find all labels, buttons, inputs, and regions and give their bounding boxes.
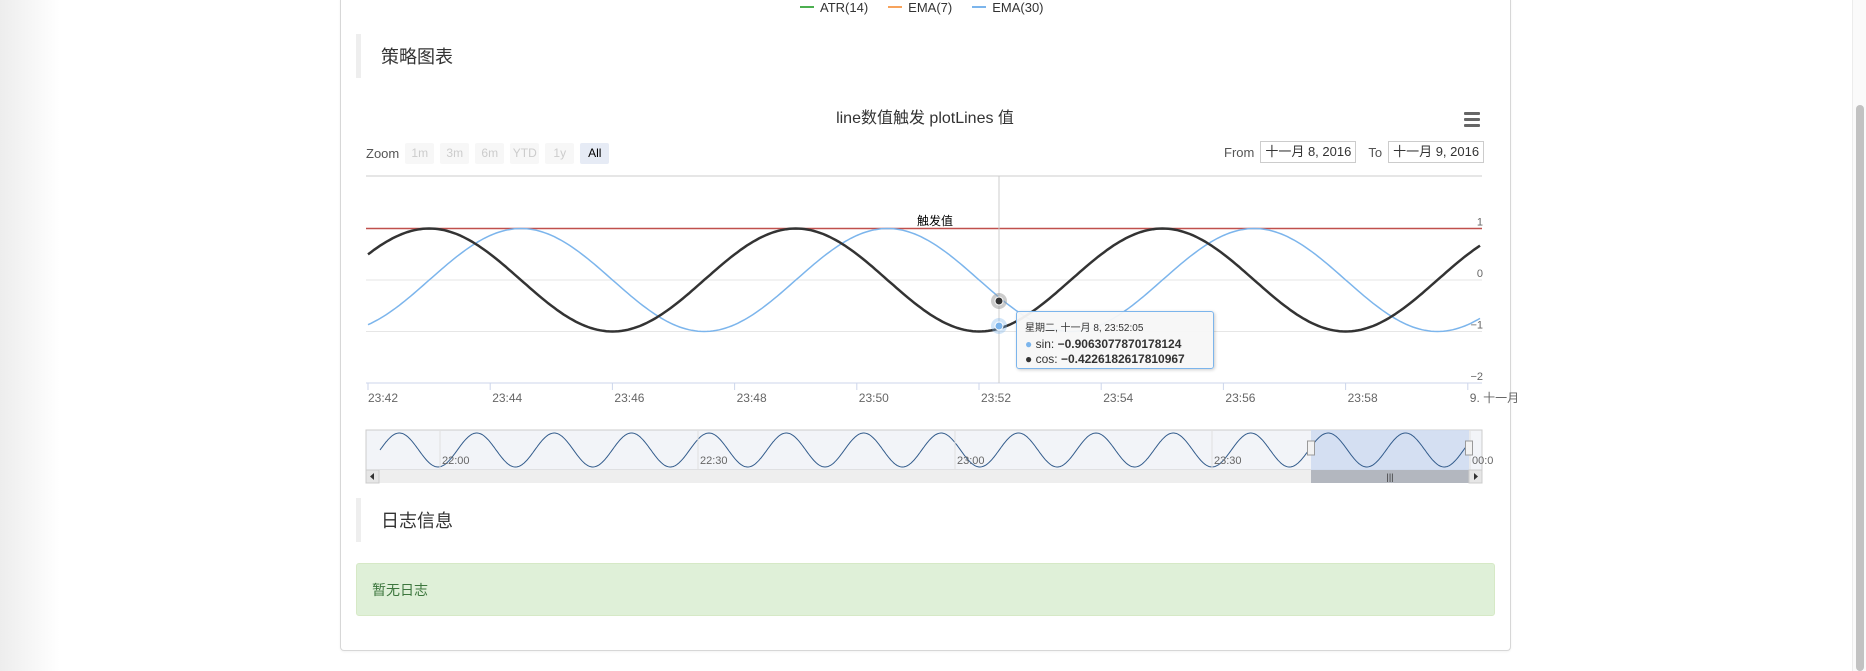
log-empty-text: 暂无日志 xyxy=(372,581,428,598)
log-info-title: 日志信息 xyxy=(381,511,453,531)
from-date-input[interactable]: 十一月 8, 2016 xyxy=(1260,141,1357,163)
range-selector-dates: From 十一月 8, 2016 To 十一月 9, 2016 xyxy=(1224,141,1485,163)
strategy-chart-heading: 策略图表 xyxy=(356,34,1499,78)
tooltip-cos-label: cos: xyxy=(1035,352,1061,366)
legend-swatch-atr xyxy=(800,6,814,8)
zoom-button-ytd[interactable]: YTD xyxy=(510,143,540,164)
strategy-chart-title: 策略图表 xyxy=(381,47,453,67)
legend-label-ema7: EMA(7) xyxy=(908,0,953,15)
zoom-button-1y[interactable]: 1y xyxy=(545,143,575,164)
tooltip-row-sin: ● sin: −0.9063077870178124 xyxy=(1025,337,1205,352)
tooltip-sin-value: −0.9063077870178124 xyxy=(1057,337,1182,351)
zoom-label: Zoom xyxy=(366,146,400,161)
zoom-button-1m[interactable]: 1m xyxy=(405,143,435,164)
legend-swatch-ema30 xyxy=(972,6,987,8)
to-label: To xyxy=(1368,144,1383,160)
tooltip-row-cos: ● cos: −0.4226182617810967 xyxy=(1025,352,1205,367)
range-selector-zoom: Zoom 1m 3m 6m YTD 1y All xyxy=(366,143,610,164)
log-info-heading: 日志信息 xyxy=(356,498,1499,542)
from-label: From xyxy=(1224,144,1255,160)
zoom-button-3m[interactable]: 3m xyxy=(440,143,470,164)
chart-tooltip: 星期二, 十一月 8, 23:52:05 ● sin: −0.906307787… xyxy=(1016,311,1214,369)
legend-label-atr: ATR(14) xyxy=(820,0,869,15)
to-date-input[interactable]: 十一月 9, 2016 xyxy=(1388,141,1485,163)
tooltip-dot-cos: ● xyxy=(1025,352,1033,366)
page-scrollbar-thumb[interactable] xyxy=(1856,105,1864,671)
legend-item-atr[interactable]: ATR(14) xyxy=(800,0,869,15)
page-scrollbar[interactable] xyxy=(1852,0,1866,671)
tooltip-sin-label: sin: xyxy=(1035,337,1058,351)
legend-label-ema30: EMA(30) xyxy=(992,0,1044,15)
chart-title: line数值触发 plotLines 值 xyxy=(836,110,1014,127)
log-empty-alert: 暂无日志 xyxy=(356,563,1495,616)
zoom-button-6m[interactable]: 6m xyxy=(475,143,505,164)
tooltip-header: 星期二, 十一月 8, 23:52:05 xyxy=(1025,323,1144,334)
tooltip-dot-sin: ● xyxy=(1025,337,1033,351)
zoom-button-all[interactable]: All xyxy=(580,143,610,164)
page-gutter xyxy=(0,0,60,671)
legend-item-ema7[interactable]: EMA(7) xyxy=(888,0,953,15)
hamburger-menu-icon[interactable] xyxy=(1462,110,1482,130)
tooltip-cos-value: −0.4226182617810967 xyxy=(1060,352,1185,366)
indicator-legend: ATR(14) EMA(7) EMA(30) xyxy=(800,0,1044,15)
legend-swatch-ema7 xyxy=(888,6,903,8)
content-panel xyxy=(340,0,1511,651)
legend-item-ema30[interactable]: EMA(30) xyxy=(972,0,1044,15)
